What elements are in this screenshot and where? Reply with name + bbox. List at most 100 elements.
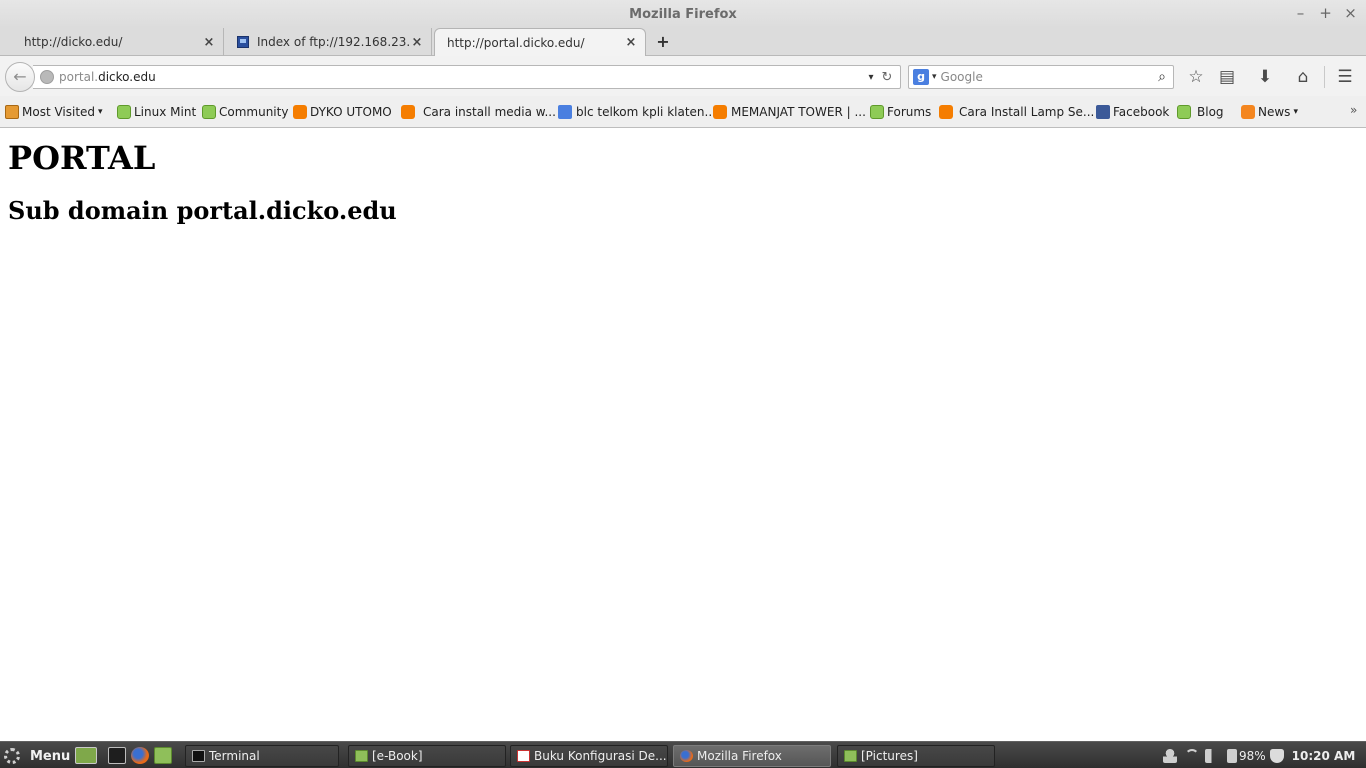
firefox-launcher-icon[interactable] — [131, 747, 149, 764]
bookmark-community[interactable]: Community — [202, 104, 288, 120]
hamburger-menu-icon[interactable]: ☰ — [1334, 66, 1356, 88]
files-launcher-icon[interactable] — [154, 747, 172, 764]
mint-icon — [202, 105, 216, 119]
bookmark-news[interactable]: News ▾ — [1241, 104, 1298, 120]
bookmark-cara-install-media[interactable]: Cara install media w... — [401, 104, 556, 120]
tab-dicko[interactable]: http://dicko.edu/ × — [0, 28, 224, 56]
bookmark-label: MEMANJAT TOWER | ... — [731, 105, 866, 119]
folder-icon — [5, 105, 19, 119]
chevron-down-icon: ▾ — [98, 107, 103, 117]
terminal-launcher-icon[interactable] — [108, 747, 126, 764]
bookmark-blc-telkom[interactable]: blc telkom kpli klaten... — [558, 104, 716, 120]
blogger-icon — [401, 105, 415, 119]
search-icon[interactable]: ⌕ — [1151, 69, 1173, 85]
search-bar[interactable]: g ▾ ⌕ — [908, 65, 1174, 89]
wifi-icon[interactable] — [1185, 749, 1199, 763]
window-title: Mozilla Firefox — [629, 6, 737, 22]
folder-icon — [355, 750, 368, 762]
search-input[interactable] — [940, 70, 1151, 84]
page-heading: PORTAL — [8, 139, 156, 177]
tab-label: http://dicko.edu/ — [24, 35, 123, 49]
blogger-icon — [939, 105, 953, 119]
menu-label: Menu — [30, 748, 71, 764]
url-subdomain: portal. — [59, 70, 99, 84]
firefox-icon — [680, 750, 693, 762]
task-label: Buku Konfigurasi De... — [534, 749, 667, 763]
bookmark-label: News — [1258, 105, 1291, 119]
bookmarks-overflow-icon[interactable]: » — [1350, 103, 1357, 117]
bookmark-star-icon[interactable]: ☆ — [1185, 66, 1207, 88]
bookmark-label: Linux Mint — [134, 105, 197, 119]
close-window-button[interactable]: × — [1343, 4, 1358, 22]
blogger-icon — [293, 105, 307, 119]
folder-icon — [844, 750, 857, 762]
bookmark-label: Most Visited — [22, 105, 96, 119]
task-label: Terminal — [209, 749, 260, 763]
bookmark-dyko-utomo[interactable]: DYKO UTOMO — [293, 104, 392, 120]
reading-list-icon[interactable]: ▤ — [1216, 66, 1238, 88]
user-icon[interactable] — [1163, 749, 1177, 763]
task-mozilla-firefox[interactable]: Mozilla Firefox — [673, 745, 831, 767]
tab-portal[interactable]: http://portal.dicko.edu/ × — [434, 28, 646, 56]
clock[interactable]: 10:20 AM — [1292, 749, 1356, 763]
start-menu-button[interactable]: Menu — [4, 746, 70, 766]
chevron-down-icon: ▾ — [1293, 107, 1298, 117]
url-bar[interactable]: portal.dicko.edu ▾ ↻ — [33, 65, 901, 89]
globe-icon — [40, 70, 54, 84]
url-domain: dicko.edu — [98, 70, 156, 84]
tab-label: Index of ftp://192.168.23.2/ — [257, 35, 411, 49]
gear-icon — [4, 748, 20, 764]
bookmark-label: Facebook — [1113, 105, 1170, 119]
volume-icon[interactable] — [1205, 749, 1219, 763]
task-pdf-document[interactable]: Buku Konfigurasi De... — [510, 745, 668, 767]
bookmark-label: Community — [219, 105, 289, 119]
google-icon — [558, 105, 572, 119]
task-terminal[interactable]: Terminal — [185, 745, 339, 767]
bookmark-cara-install-lamp[interactable]: Cara Install Lamp Se... — [939, 104, 1094, 120]
download-icon[interactable]: ⬇ — [1254, 66, 1276, 88]
bookmark-most-visited[interactable]: Most Visited ▾ — [5, 104, 103, 120]
maximize-button[interactable]: + — [1318, 4, 1333, 22]
bookmark-facebook[interactable]: Facebook — [1096, 104, 1169, 120]
show-desktop-icon[interactable] — [75, 747, 97, 764]
reload-icon[interactable]: ↻ — [878, 70, 896, 85]
pdf-icon — [517, 750, 530, 762]
bookmark-forums[interactable]: Forums — [870, 104, 931, 120]
home-icon[interactable]: ⌂ — [1292, 66, 1314, 88]
tab-ftp-index[interactable]: Index of ftp://192.168.23.2/ × — [225, 28, 432, 56]
search-engine-dropdown-icon[interactable]: ▾ — [932, 72, 937, 82]
terminal-icon — [192, 750, 205, 762]
rss-icon — [1241, 105, 1255, 119]
tab-close-icon[interactable]: × — [203, 35, 215, 50]
page-content: PORTAL Sub domain portal.dicko.edu — [0, 129, 1366, 741]
bookmark-linux-mint[interactable]: Linux Mint — [117, 104, 196, 120]
bookmark-memanjat-tower[interactable]: MEMANJAT TOWER | ... — [713, 104, 866, 120]
minimize-button[interactable]: – — [1293, 4, 1308, 22]
shield-icon[interactable] — [1269, 749, 1284, 763]
tab-close-icon[interactable]: × — [411, 35, 423, 50]
bookmark-label: DYKO UTOMO — [310, 105, 392, 119]
url-history-dropdown-icon[interactable]: ▾ — [864, 72, 878, 83]
tab-strip: http://dicko.edu/ × Index of ftp://192.1… — [0, 28, 1366, 56]
google-icon[interactable]: g — [913, 69, 929, 85]
mint-icon — [1177, 105, 1191, 119]
back-button[interactable]: ← — [5, 62, 35, 92]
bookmarks-toolbar: Most Visited ▾ Linux Mint Community DYKO… — [0, 96, 1366, 128]
tab-close-icon[interactable]: × — [625, 35, 637, 50]
task-ebook-folder[interactable]: [e-Book] — [348, 745, 506, 767]
mint-icon — [117, 105, 131, 119]
bookmark-label: Cara install media w... — [423, 105, 556, 119]
taskbar: Menu Terminal [e-Book] Buku Konfigurasi … — [0, 741, 1366, 768]
bookmark-label: Cara Install Lamp Se... — [959, 105, 1095, 119]
new-tab-button[interactable]: + — [654, 33, 672, 51]
bookmark-blog[interactable]: Blog — [1177, 104, 1224, 120]
tab-label: http://portal.dicko.edu/ — [447, 35, 585, 50]
blogger-icon — [713, 105, 727, 119]
url-text[interactable]: portal.dicko.edu — [59, 70, 864, 84]
task-label: [e-Book] — [372, 749, 423, 763]
toolbar-divider — [1324, 66, 1325, 88]
monitor-icon — [237, 36, 249, 48]
battery-icon[interactable] — [1227, 749, 1237, 763]
mint-icon — [870, 105, 884, 119]
task-pictures-folder[interactable]: [Pictures] — [837, 745, 995, 767]
